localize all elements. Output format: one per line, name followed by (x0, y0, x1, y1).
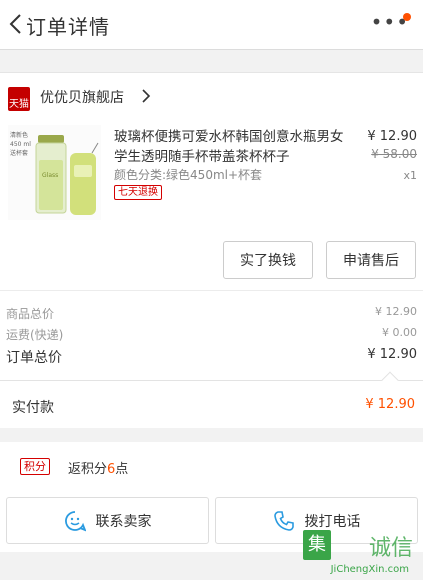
contact-seller-label: 联系卖家 (95, 513, 152, 530)
chevron-right-icon[interactable] (140, 88, 152, 104)
goods-total-value: ¥ 12.90 (375, 305, 417, 318)
product-image-caption: 清新色 (10, 131, 28, 139)
shop-name[interactable]: 优优贝旗舰店 (40, 87, 124, 107)
spacer (0, 428, 423, 442)
goods-total-row: 商品总价 ¥ 12.90 (6, 305, 417, 325)
watermark-url: JiChengXin.com (330, 564, 409, 575)
points-prefix: 返积分 (68, 462, 108, 477)
shipping-label: 运费(快递) (6, 328, 64, 342)
notification-dot (403, 13, 411, 21)
shipping-value: ¥ 0.00 (382, 326, 417, 339)
price-summary: 商品总价 ¥ 12.90 运费(快递) ¥ 0.00 订单总价 ¥ 12.90 (0, 290, 423, 380)
product-quantity: x1 (403, 169, 417, 182)
order-total-row: 订单总价 ¥ 12.90 (6, 347, 417, 367)
paid-value: ¥ 12.90 (365, 397, 415, 412)
bottle-label: Glass (42, 172, 58, 179)
chat-face-icon (64, 510, 86, 531)
order-total-value: ¥ 12.90 (367, 347, 417, 362)
points-row: 积分 返积分6点 (0, 442, 423, 488)
phone-icon (273, 510, 294, 531)
points-text: 返积分6点 (68, 458, 128, 477)
product-image[interactable]: 清新色 450 ml 送杯套 Glass (8, 125, 101, 220)
product-title[interactable]: 玻璃杯便携可爱水杯韩国创意水瓶男女学生透明随手杯带盖茶杯杯子 (114, 127, 344, 167)
order-item-card: 天猫 优优贝旗舰店 清新色 450 ml 送杯套 Glass 玻璃杯便携可爱水杯… (0, 72, 423, 290)
watermark-text: 诚信 (368, 536, 413, 561)
points-badge: 积分 (20, 458, 50, 475)
original-price: ¥ 58.00 (371, 147, 417, 161)
paid-label: 实付款 (12, 400, 54, 416)
watermark-logo: 集 (303, 530, 331, 560)
paid-amount-row: 实付款 ¥ 12.90 (0, 371, 423, 428)
exchange-button[interactable]: 实了换钱 (223, 241, 313, 279)
page-title: 订单详情 (26, 15, 110, 39)
seven-day-return-badge: 七天退换 (114, 185, 162, 200)
shop-row[interactable]: 天猫 优优贝旗舰店 (0, 73, 423, 119)
contact-seller-button[interactable]: 联系卖家 (6, 497, 209, 544)
order-total-label: 订单总价 (6, 350, 62, 366)
product-image-caption: 450 ml (10, 141, 31, 148)
points-suffix: 点 (115, 462, 129, 477)
tmall-icon: 天猫 (8, 87, 30, 111)
watermark: 集 诚信 JiChengXin.com (297, 528, 417, 578)
goods-total-label: 商品总价 (6, 307, 55, 321)
shipping-row: 运费(快递) ¥ 0.00 (6, 326, 417, 346)
product-sku: 颜色分类:绿色450ml+杯套 (114, 168, 263, 182)
product-price: ¥ 12.90 (367, 129, 417, 144)
spacer (0, 50, 423, 72)
top-bar: 订单详情 ••• (0, 0, 423, 50)
after-sale-button[interactable]: 申请售后 (326, 241, 416, 279)
product-image-caption: 送杯套 (10, 149, 28, 157)
